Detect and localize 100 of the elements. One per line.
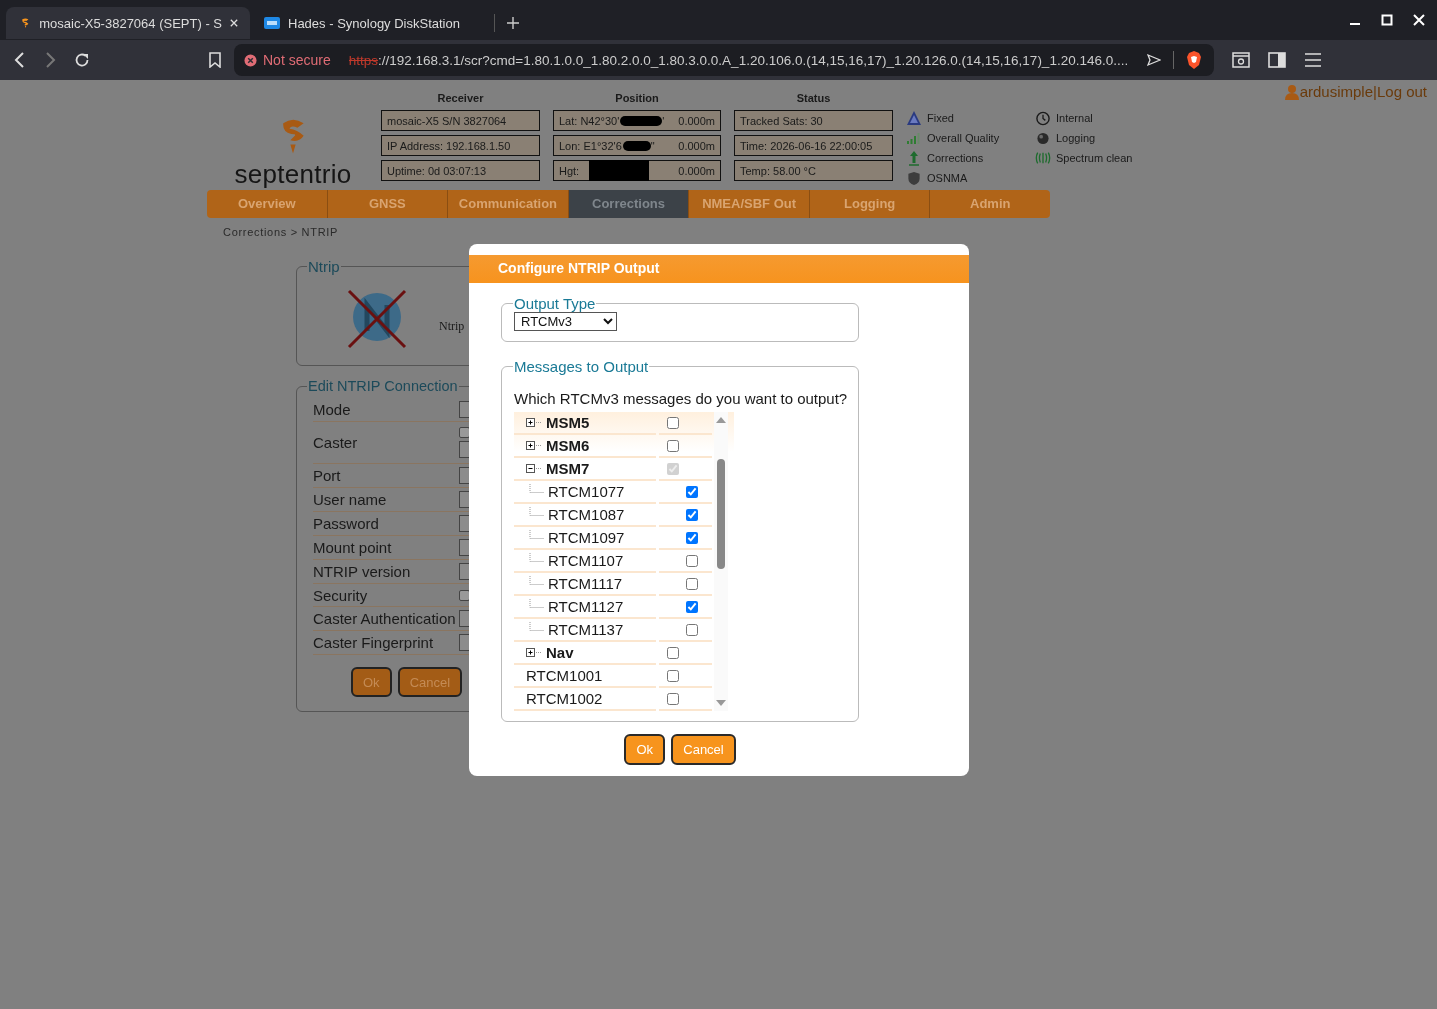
tree-connector <box>528 598 544 609</box>
message-label: RTCM1077 <box>548 483 625 500</box>
back-icon[interactable] <box>14 52 26 68</box>
status-field: IP Address: 192.168.1.50 <box>381 135 540 156</box>
clock-icon <box>1035 110 1051 126</box>
message-checkbox[interactable] <box>686 600 699 613</box>
message-label: RTCM1127 <box>548 598 624 615</box>
waves-icon <box>1035 150 1051 166</box>
send-icon[interactable] <box>1147 53 1161 67</box>
tree-connector <box>528 621 544 632</box>
maximize-icon[interactable] <box>1381 14 1393 26</box>
field-label: NTRIP version <box>313 563 412 580</box>
panel-legend: Edit NTRIP Connection <box>307 378 459 394</box>
close-icon[interactable] <box>230 18 238 28</box>
legend-label: Spectrum clean <box>1056 152 1133 164</box>
field-label: Mode <box>313 401 352 418</box>
expand-icon[interactable] <box>526 441 542 450</box>
tree-connector <box>528 552 544 563</box>
expand-icon[interactable] <box>526 648 542 657</box>
browser-tab[interactable]: Hades - Synology DiskStation <box>250 7 490 39</box>
new-tab-icon[interactable] <box>507 17 519 29</box>
status-field: Lat: N42°30' ' 0.000m <box>553 110 721 131</box>
nav-tab[interactable]: GNSS <box>327 190 449 218</box>
scroll-up-icon[interactable] <box>716 417 726 423</box>
message-checkbox[interactable] <box>667 669 680 682</box>
crossed-out-n-icon <box>345 287 409 351</box>
legend-label: Fixed <box>927 112 954 124</box>
panel-legend: Output Type <box>513 295 597 312</box>
dialog-button[interactable]: Ok <box>624 734 666 765</box>
forward-icon[interactable] <box>44 52 56 68</box>
nav-tab[interactable]: Logging <box>809 190 931 218</box>
breadcrumb: Corrections > NTRIP <box>223 226 340 238</box>
url-text[interactable]: https://192.168.3.1/scr?cmd=1.80.1.0.0_1.80.2.0.0_1.80.3.0.0.A_1.20.106.0.(14,15,16,17)_1.20.126.0.(14,15,16,17)_1.20.146.0.... <box>348 52 1141 68</box>
message-label: MSM7 <box>546 460 590 477</box>
question-text: Which RTCMv3 messages do you want to output? <box>514 390 848 407</box>
logo-text: septentrio <box>234 159 352 190</box>
reload-icon[interactable] <box>74 52 90 68</box>
message-checkbox[interactable] <box>667 646 680 659</box>
message-checkbox[interactable] <box>686 508 699 521</box>
status-field: mosaic-X5 S/N 3827064 <box>381 110 540 131</box>
message-label: Nav <box>546 644 574 661</box>
message-label: RTCM1097 <box>548 529 625 546</box>
lion-shield-icon[interactable] <box>1186 51 1202 69</box>
status-field: Temp: 58.00 °C <box>734 160 893 181</box>
status-text: Ntrip <box>439 318 465 334</box>
message-label: RTCM1137 <box>548 621 624 638</box>
message-label: RTCM1002 <box>526 690 603 707</box>
warning-icon[interactable] <box>244 53 257 67</box>
status-field: Time: 2026-06-16 22:00:05 <box>734 135 893 156</box>
menu-icon[interactable] <box>1304 53 1322 67</box>
scrollbar[interactable] <box>714 412 728 711</box>
status-field: Lon: E1°32'6 " 0.000m <box>553 135 721 156</box>
nav-tab[interactable]: Communication <box>448 190 569 218</box>
dialog-button[interactable]: Cancel <box>671 734 736 765</box>
message-checkbox[interactable] <box>686 531 699 544</box>
tab-title: Hades - Synology DiskStation <box>288 15 461 31</box>
message-checkbox[interactable] <box>667 692 680 705</box>
message-checkbox[interactable] <box>686 577 699 590</box>
message-label: RTCM1087 <box>548 506 625 523</box>
message-label: MSM5 <box>546 414 590 431</box>
output-type-dropdown[interactable]: RTCMv3 <box>514 312 617 331</box>
dialog-title: Configure NTRIP Output <box>469 255 969 283</box>
bookmark-icon[interactable] <box>208 52 222 68</box>
expand-icon[interactable] <box>526 418 542 427</box>
column-heading: Receiver <box>436 93 485 104</box>
user-icon <box>1283 83 1300 100</box>
tree-connector <box>528 575 544 586</box>
nav-tab[interactable]: Overview <box>207 190 328 218</box>
triangle-icon <box>906 110 922 126</box>
message-checkbox[interactable] <box>686 623 699 636</box>
nav-tab[interactable]: Corrections <box>568 190 690 218</box>
form-button[interactable]: Ok <box>351 667 392 697</box>
panel-legend: Ntrip <box>307 258 341 275</box>
message-checkbox[interactable] <box>667 416 680 429</box>
message-checkbox[interactable] <box>686 485 699 498</box>
browser-tab[interactable]: mosaic-X5-3827064 (SEPT) - S <box>6 7 250 39</box>
message-checkbox[interactable] <box>686 554 699 567</box>
status-field: Uptime: 0d 03:07:13 <box>381 160 540 181</box>
nav-tab[interactable]: NMEA/SBF Out <box>689 190 810 218</box>
scroll-down-icon[interactable] <box>716 700 726 706</box>
legend-label: Corrections <box>927 152 984 164</box>
legend-label: Overall Quality <box>927 132 1000 144</box>
column-heading: Status <box>795 93 832 104</box>
security-label[interactable]: Not secure <box>263 52 331 68</box>
scrollbar-thumb[interactable] <box>717 459 725 569</box>
field-label: Password <box>313 515 380 532</box>
panel-legend: Messages to Output <box>513 358 650 375</box>
column-heading: Position <box>614 93 660 104</box>
logout-link[interactable]: Log out <box>1376 83 1427 100</box>
tree-connector <box>528 529 544 540</box>
field-label: Caster <box>313 434 359 451</box>
message-label: RTCM1107 <box>548 552 624 569</box>
form-button[interactable]: Cancel <box>397 667 463 697</box>
nav-tab[interactable]: Admin <box>930 190 1050 218</box>
screenshot-icon[interactable] <box>1232 52 1250 68</box>
message-label: MSM6 <box>546 437 590 454</box>
status-field: Hgt: 0.000m <box>553 160 721 181</box>
sidebar-icon[interactable] <box>1268 52 1286 68</box>
antenna-icon <box>906 150 922 166</box>
message-checkbox[interactable] <box>667 439 680 452</box>
